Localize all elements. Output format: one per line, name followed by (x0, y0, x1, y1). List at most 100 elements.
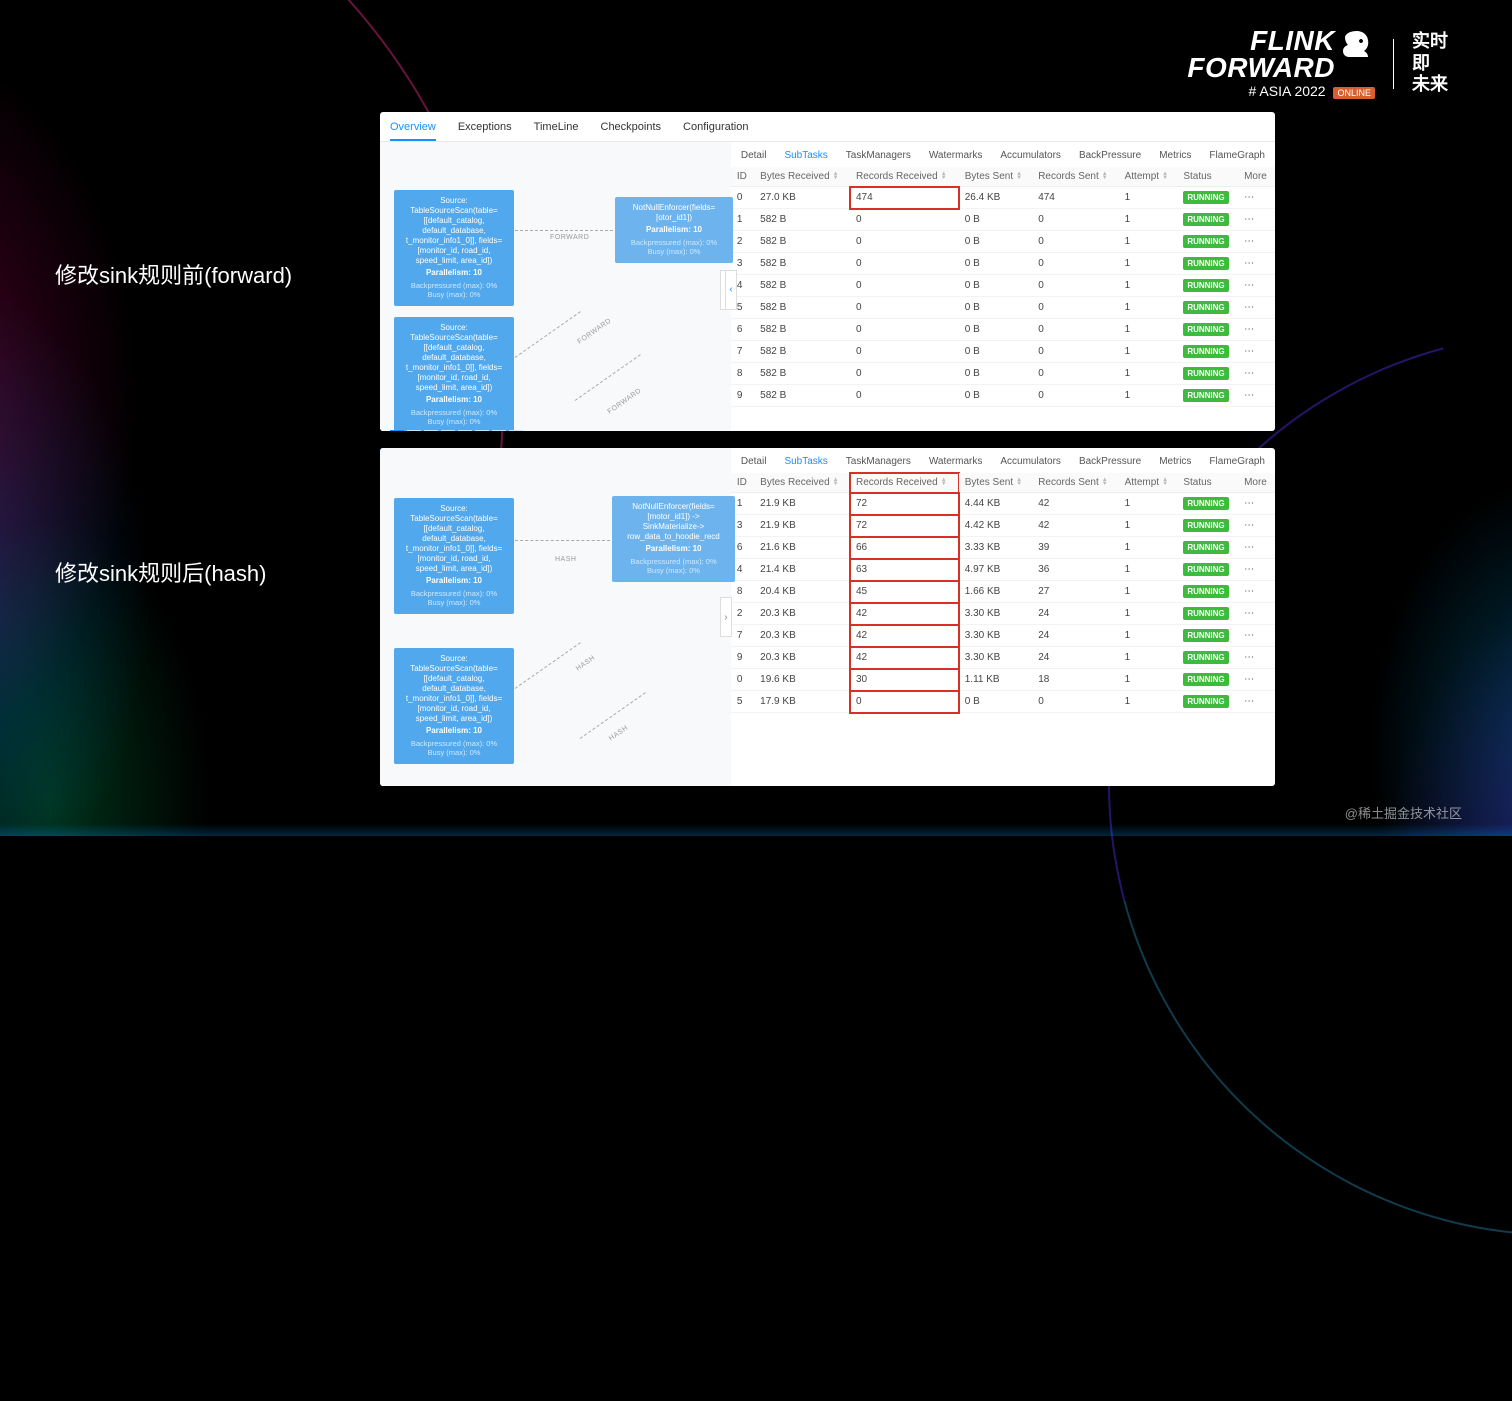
sort-icon[interactable]: ▲▼ (941, 478, 947, 486)
table-row[interactable]: 621.6 KB663.33 KB391RUNNING⋯ (731, 537, 1275, 559)
table-row[interactable]: 920.3 KB423.30 KB241RUNNING⋯ (731, 647, 1275, 669)
table-row[interactable]: 019.6 KB301.11 KB181RUNNING⋯ (731, 669, 1275, 691)
table-row[interactable]: 421.4 KB634.97 KB361RUNNING⋯ (731, 559, 1275, 581)
graph-source-node-1[interactable]: Source: TableSourceScan(table=[[default_… (394, 190, 514, 306)
table-row[interactable]: 027.0 KB47426.4 KB4741RUNNING⋯ (731, 187, 1275, 209)
more-icon[interactable]: ⋯ (1238, 231, 1275, 253)
table-row[interactable]: 720.3 KB423.30 KB241RUNNING⋯ (731, 625, 1275, 647)
col-attempt[interactable]: Attempt▲▼ (1119, 473, 1178, 493)
col-records-received[interactable]: Records Received▲▼ (850, 473, 959, 493)
more-icon[interactable]: ⋯ (1238, 625, 1275, 647)
more-icon[interactable]: ⋯ (1238, 537, 1275, 559)
graph-indicator (390, 430, 523, 431)
more-icon[interactable]: ⋯ (1238, 515, 1275, 537)
status-badge: RUNNING (1183, 257, 1228, 270)
graph-nav-left[interactable]: ‹ (725, 270, 737, 310)
more-icon[interactable]: ⋯ (1238, 209, 1275, 231)
status-badge: RUNNING (1183, 367, 1228, 380)
graph-source-node-4[interactable]: Source: TableSourceScan(table=[[default_… (394, 648, 514, 764)
status-badge: RUNNING (1183, 695, 1228, 708)
sub-tab-backpressure[interactable]: BackPressure (1079, 454, 1141, 469)
sub-tab-subtasks[interactable]: SubTasks (784, 148, 827, 163)
more-icon[interactable]: ⋯ (1238, 187, 1275, 209)
sub-tab-metrics[interactable]: Metrics (1159, 454, 1191, 469)
sub-tab-accumulators[interactable]: Accumulators (1000, 148, 1061, 163)
col-bytes-sent[interactable]: Bytes Sent▲▼ (959, 167, 1032, 187)
table-row[interactable]: 820.4 KB451.66 KB271RUNNING⋯ (731, 581, 1275, 603)
table-row[interactable]: 3582 B00 B01RUNNING⋯ (731, 253, 1275, 275)
status-badge: RUNNING (1183, 213, 1228, 226)
col-more: More (1238, 473, 1275, 493)
sort-icon[interactable]: ▲▼ (833, 478, 839, 486)
sort-icon[interactable]: ▲▼ (1162, 172, 1168, 180)
sub-tab-subtasks[interactable]: SubTasks (784, 454, 827, 469)
sub-tab-detail[interactable]: Detail (741, 148, 767, 163)
col-attempt[interactable]: Attempt▲▼ (1119, 167, 1178, 187)
table-row[interactable]: 9582 B00 B01RUNNING⋯ (731, 385, 1275, 407)
graph-nav-right-2[interactable]: › (720, 597, 732, 637)
table-row[interactable]: 321.9 KB724.42 KB421RUNNING⋯ (731, 515, 1275, 537)
more-icon[interactable]: ⋯ (1238, 363, 1275, 385)
sort-icon[interactable]: ▲▼ (1162, 478, 1168, 486)
col-bytes-sent[interactable]: Bytes Sent▲▼ (959, 473, 1032, 493)
more-icon[interactable]: ⋯ (1238, 603, 1275, 625)
more-icon[interactable]: ⋯ (1238, 493, 1275, 515)
col-records-sent[interactable]: Records Sent▲▼ (1032, 167, 1118, 187)
sub-tab-watermarks[interactable]: Watermarks (929, 148, 983, 163)
table-row[interactable]: 4582 B00 B01RUNNING⋯ (731, 275, 1275, 297)
sub-tab-detail[interactable]: Detail (741, 454, 767, 469)
sort-icon[interactable]: ▲▼ (833, 172, 839, 180)
sort-icon[interactable]: ▲▼ (1102, 172, 1108, 180)
table-row[interactable]: 1582 B00 B01RUNNING⋯ (731, 209, 1275, 231)
sort-icon[interactable]: ▲▼ (1016, 172, 1022, 180)
graph-source-node-3[interactable]: Source: TableSourceScan(table=[[default_… (394, 498, 514, 614)
table-row[interactable]: 2582 B00 B01RUNNING⋯ (731, 231, 1275, 253)
table-row[interactable]: 8582 B00 B01RUNNING⋯ (731, 363, 1275, 385)
top-tab-timeline[interactable]: TimeLine (534, 118, 579, 141)
graph-enforcer-node-2[interactable]: NotNullEnforcer(fields=[motor_id1]) -> S… (612, 496, 735, 582)
more-icon[interactable]: ⋯ (1238, 319, 1275, 341)
top-tab-checkpoints[interactable]: Checkpoints (601, 118, 662, 141)
table-row[interactable]: 121.9 KB724.44 KB421RUNNING⋯ (731, 493, 1275, 515)
graph-enforcer-node-1[interactable]: NotNullEnforcer(fields=[otor_id1]) Paral… (615, 197, 733, 263)
col-records-received[interactable]: Records Received▲▼ (850, 167, 959, 187)
table-row[interactable]: 6582 B00 B01RUNNING⋯ (731, 319, 1275, 341)
table-row[interactable]: 5582 B00 B01RUNNING⋯ (731, 297, 1275, 319)
sub-tab-flamegraph[interactable]: FlameGraph (1209, 148, 1265, 163)
more-icon[interactable]: ⋯ (1238, 341, 1275, 363)
sort-icon[interactable]: ▲▼ (1102, 478, 1108, 486)
edge-hash-2: HASH (575, 654, 597, 672)
sub-tab-backpressure[interactable]: BackPressure (1079, 148, 1141, 163)
sort-icon[interactable]: ▲▼ (1016, 478, 1022, 486)
top-tab-overview[interactable]: Overview (390, 118, 436, 141)
sub-tab-watermarks[interactable]: Watermarks (929, 454, 983, 469)
more-icon[interactable]: ⋯ (1238, 253, 1275, 275)
sub-tab-taskmanagers[interactable]: TaskManagers (846, 454, 911, 469)
more-icon[interactable]: ⋯ (1238, 275, 1275, 297)
table-row[interactable]: 7582 B00 B01RUNNING⋯ (731, 341, 1275, 363)
more-icon[interactable]: ⋯ (1238, 669, 1275, 691)
more-icon[interactable]: ⋯ (1238, 581, 1275, 603)
more-icon[interactable]: ⋯ (1238, 559, 1275, 581)
more-icon[interactable]: ⋯ (1238, 647, 1275, 669)
table-row[interactable]: 517.9 KB00 B01RUNNING⋯ (731, 691, 1275, 713)
col-bytes-received[interactable]: Bytes Received▲▼ (754, 473, 850, 493)
graph-source-node-2[interactable]: Source: TableSourceScan(table=[[default_… (394, 317, 514, 431)
label-before: 修改sink规则前(forward) (55, 258, 292, 290)
top-tab-exceptions[interactable]: Exceptions (458, 118, 512, 141)
col-bytes-received[interactable]: Bytes Received▲▼ (754, 167, 850, 187)
more-icon[interactable]: ⋯ (1238, 691, 1275, 713)
table-row[interactable]: 220.3 KB423.30 KB241RUNNING⋯ (731, 603, 1275, 625)
sub-tab-accumulators[interactable]: Accumulators (1000, 454, 1061, 469)
top-tabs: Overview Exceptions TimeLine Checkpoints Con… (380, 112, 1275, 142)
col-records-sent[interactable]: Records Sent▲▼ (1032, 473, 1118, 493)
status-badge: RUNNING (1183, 607, 1228, 620)
sub-tab-taskmanagers[interactable]: TaskManagers (846, 148, 911, 163)
top-tab-configuration[interactable]: Configuration (683, 118, 748, 141)
sub-tab-flamegraph[interactable]: FlameGraph (1209, 454, 1265, 469)
sort-icon[interactable]: ▲▼ (941, 172, 947, 180)
sub-tab-metrics[interactable]: Metrics (1159, 148, 1191, 163)
more-icon[interactable]: ⋯ (1238, 297, 1275, 319)
more-icon[interactable]: ⋯ (1238, 385, 1275, 407)
logo-cn: 实时即 未来 (1412, 31, 1452, 96)
